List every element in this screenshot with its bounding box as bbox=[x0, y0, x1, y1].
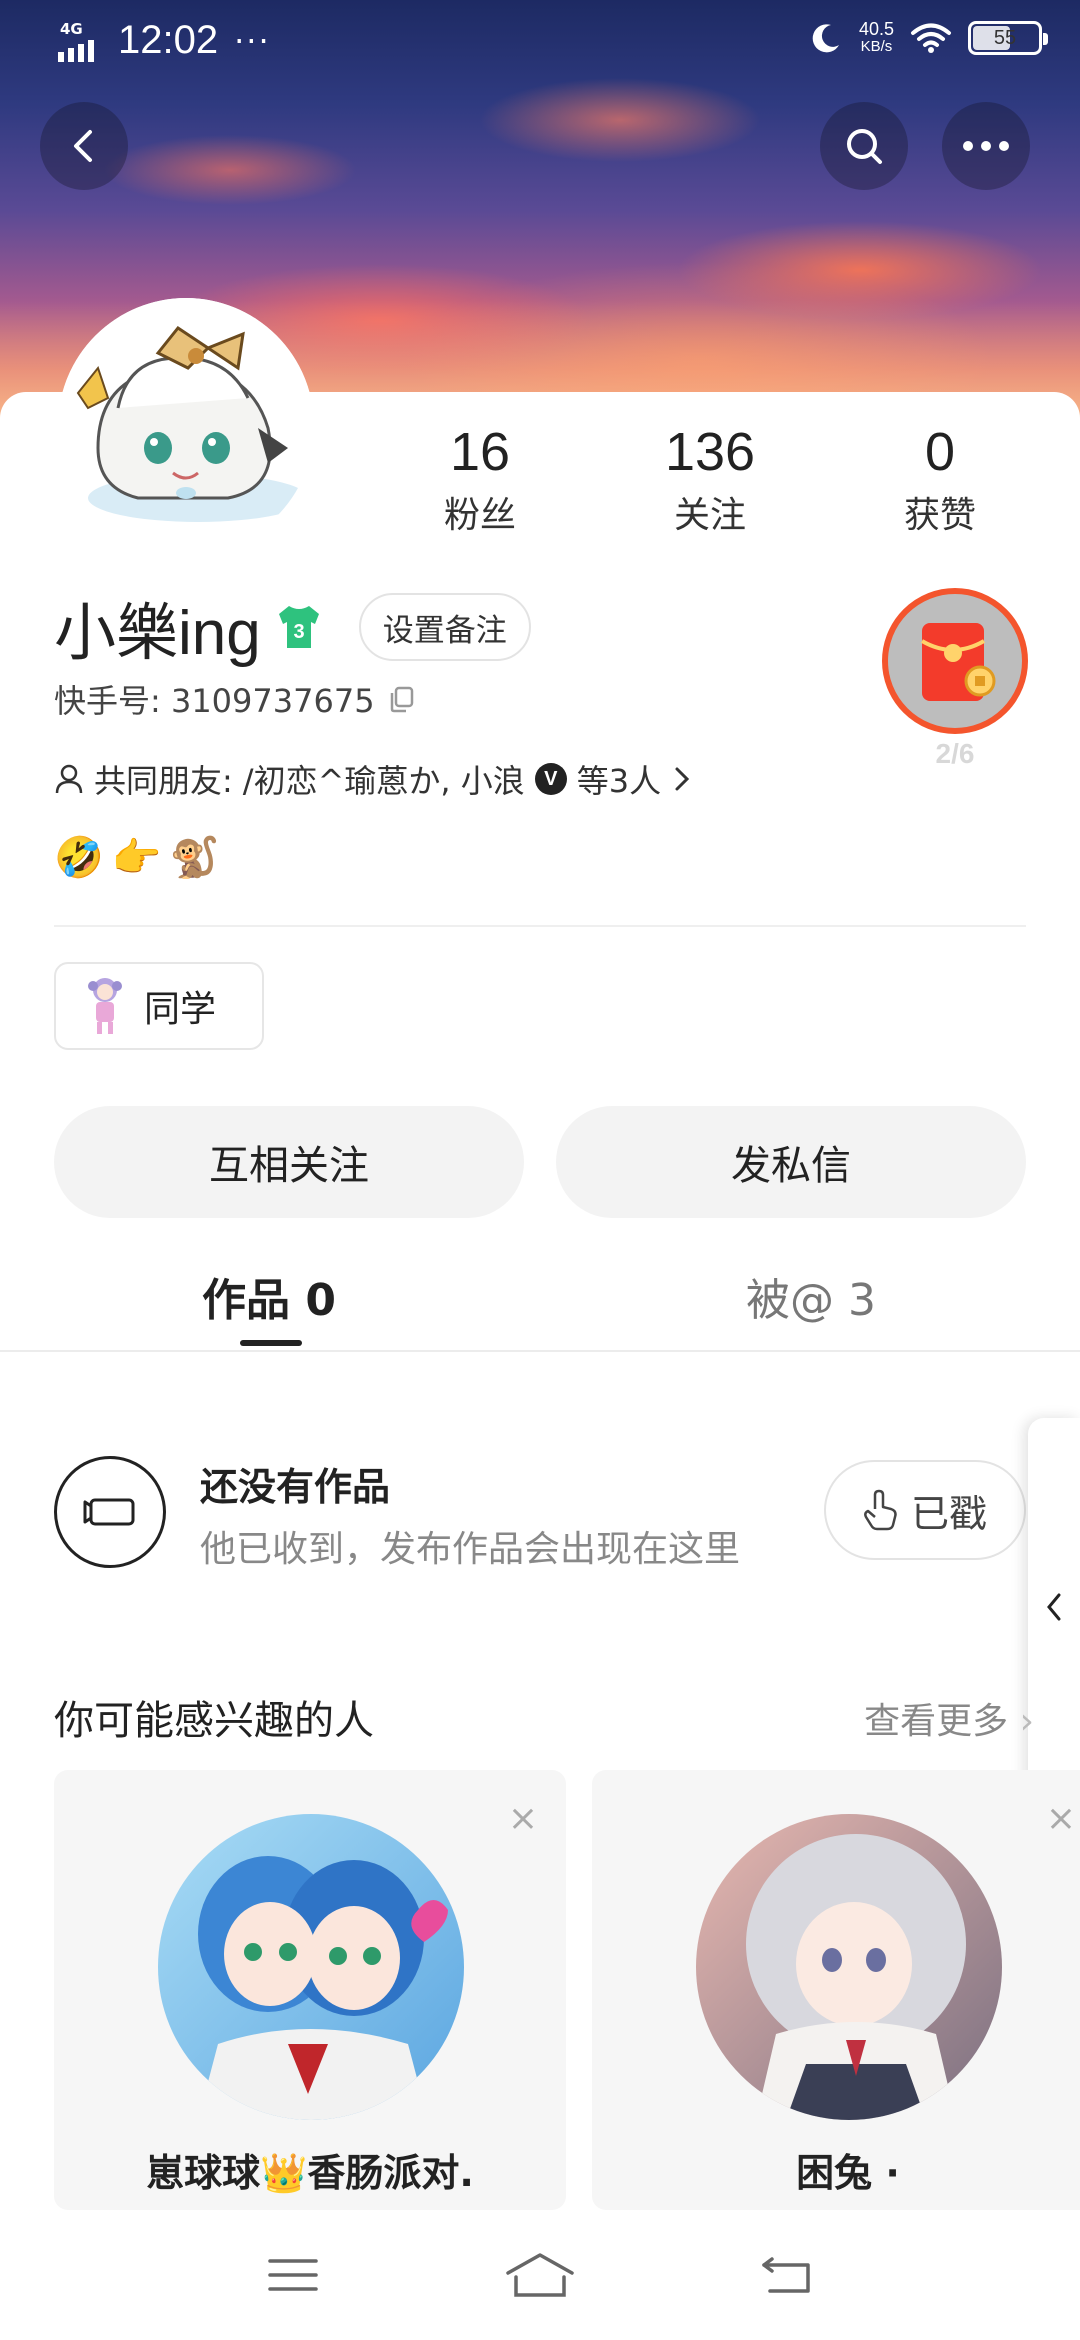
moon-icon bbox=[812, 24, 839, 53]
profile-stats: 16 粉丝 136 关注 0 获赞 bbox=[400, 420, 1020, 538]
recommendation-avatar[interactable] bbox=[158, 1814, 464, 2120]
speed-unit: KB/s bbox=[860, 38, 893, 55]
bio-emojis: 🤣 👉 🐒 bbox=[54, 834, 219, 881]
see-more-label: 查看更多 bbox=[864, 1701, 1009, 1742]
level-shirt-icon: 3 bbox=[278, 606, 319, 648]
empty-works-subtitle: 他已收到，发布作品会出现在这里 bbox=[200, 1529, 741, 1570]
action-buttons: 互相关注 发私信 bbox=[54, 1106, 1026, 1218]
recommendations-header: 你可能感兴趣的人 查看更多 › bbox=[54, 1688, 1034, 1746]
classmate-tag-label: 同学 bbox=[144, 989, 217, 1030]
recommendation-avatar-image bbox=[158, 1814, 464, 2120]
tab-mentioned[interactable]: 被@ 3 bbox=[746, 1264, 876, 1328]
back-nav-button[interactable] bbox=[747, 2245, 827, 2305]
empty-works-title: 还没有作品 bbox=[200, 1465, 391, 1509]
back-return-icon bbox=[761, 2257, 810, 2293]
status-left: 4G 12:02 ··· bbox=[58, 18, 271, 63]
level-number: 3 bbox=[293, 621, 304, 643]
status-bar: 4G 12:02 ··· 40.5 KB/s 55 bbox=[0, 0, 1080, 80]
tab-works[interactable]: 作品 0 bbox=[202, 1264, 336, 1328]
empty-works-icon-circle bbox=[54, 1456, 166, 1568]
active-tab-indicator bbox=[240, 1340, 302, 1346]
classmate-tag[interactable]: 同学 bbox=[54, 962, 264, 1050]
status-right: 40.5 KB/s 55 bbox=[809, 20, 1048, 56]
close-icon[interactable]: × bbox=[1046, 1798, 1076, 1839]
empty-works-state: 还没有作品 他已收到，发布作品会出现在这里 已戳 bbox=[54, 1456, 1026, 1576]
home-icon bbox=[506, 2253, 574, 2297]
poked-label: 已戳 bbox=[910, 1491, 987, 1536]
likes-count: 0 bbox=[924, 422, 956, 482]
mutual-friends-row[interactable]: 共同朋友: /初恋^瑜蒽か, 小浪 V 等3人 bbox=[54, 756, 693, 802]
red-packet-icon bbox=[920, 623, 996, 701]
see-more-link[interactable]: 查看更多 › bbox=[864, 1692, 1034, 1744]
stat-following[interactable]: 136 关注 bbox=[630, 420, 790, 538]
chevron-right-icon: › bbox=[1019, 1701, 1034, 1742]
classmate-figure-icon bbox=[88, 978, 122, 1034]
set-remark-button[interactable]: 设置备注 bbox=[358, 593, 531, 661]
poked-button[interactable]: 已戳 bbox=[824, 1460, 1026, 1560]
video-camera-icon bbox=[83, 1498, 135, 1526]
home-button[interactable] bbox=[500, 2245, 580, 2305]
back-button[interactable] bbox=[40, 102, 128, 190]
wifi-icon bbox=[911, 23, 951, 53]
recommendations-title: 你可能感兴趣的人 bbox=[54, 1698, 374, 1744]
recommendation-avatar[interactable] bbox=[696, 1814, 1002, 2120]
chevron-right-icon bbox=[675, 767, 690, 791]
emoji-pointing: 👉 bbox=[111, 835, 162, 881]
poke-hand-icon bbox=[864, 1489, 897, 1531]
mutual-follow-button[interactable]: 互相关注 bbox=[54, 1106, 524, 1218]
recommendation-avatar-image bbox=[696, 1814, 1002, 2120]
level-badge: 3 bbox=[275, 604, 323, 650]
uid-row: 快手号: 3109737675 bbox=[54, 676, 417, 722]
chevron-left-icon bbox=[1047, 1593, 1061, 1621]
signal-icon: 4G bbox=[58, 20, 104, 62]
section-divider bbox=[54, 925, 1026, 927]
recommendation-name: 困兔 · bbox=[796, 2151, 900, 2195]
system-nav-bar bbox=[0, 2210, 1080, 2340]
followers-label: 粉丝 bbox=[443, 495, 516, 536]
menu-icon bbox=[268, 2259, 319, 2291]
back-arrow-icon bbox=[74, 130, 92, 162]
battery-level: 55 bbox=[993, 26, 1017, 49]
mutual-friends-names: /初恋^瑜蒽か, 小浪 bbox=[242, 762, 525, 800]
status-time: 12:02 bbox=[118, 18, 219, 62]
stat-followers[interactable]: 16 粉丝 bbox=[400, 420, 560, 538]
content-tabs: 作品 0 被@ 3 bbox=[0, 1248, 1080, 1352]
send-message-button[interactable]: 发私信 bbox=[556, 1106, 1026, 1218]
status-more-dots: ··· bbox=[234, 21, 271, 60]
following-count: 136 bbox=[664, 422, 756, 482]
name-row: 小樂ing 3 设置备注 bbox=[54, 582, 531, 672]
likes-label: 获赞 bbox=[903, 495, 976, 536]
side-drawer-handle[interactable] bbox=[1028, 1418, 1080, 1796]
stat-likes[interactable]: 0 获赞 bbox=[860, 420, 1020, 538]
profile-name: 小樂ing bbox=[54, 599, 261, 668]
more-button[interactable] bbox=[942, 102, 1030, 190]
followers-count: 16 bbox=[449, 422, 511, 482]
network-type: 4G bbox=[60, 19, 83, 38]
mutual-friends-count: 等3人 bbox=[576, 762, 662, 800]
emoji-laughing: 🤣 bbox=[54, 835, 104, 881]
red-packet-button[interactable] bbox=[882, 588, 1028, 734]
copy-icon[interactable] bbox=[387, 684, 417, 714]
recommendation-card[interactable]: × 崽球球👑香肠派对. bbox=[54, 1770, 566, 2210]
speed-value: 40.5 bbox=[858, 19, 894, 39]
mutual-friends-label: 共同朋友: bbox=[94, 762, 233, 800]
red-packet-progress: 2/6 bbox=[935, 738, 975, 769]
following-label: 关注 bbox=[673, 495, 746, 536]
more-dots-icon bbox=[963, 141, 1009, 151]
person-icon bbox=[55, 764, 83, 794]
search-icon bbox=[847, 129, 882, 164]
emoji-monkey: 🐒 bbox=[169, 835, 220, 881]
menu-button[interactable] bbox=[253, 2245, 333, 2305]
profile-avatar[interactable] bbox=[58, 298, 314, 554]
avatar-illustration bbox=[58, 298, 314, 554]
recommendation-name: 崽球球👑香肠派对. bbox=[146, 2151, 474, 2195]
network-speed: 40.5 KB/s bbox=[859, 20, 894, 56]
battery-icon: 55 bbox=[968, 21, 1048, 55]
recommendation-card[interactable]: × 困兔 · bbox=[592, 1770, 1080, 2210]
user-id: 快手号: 3109737675 bbox=[54, 682, 375, 720]
close-icon[interactable]: × bbox=[508, 1798, 538, 1839]
search-button[interactable] bbox=[820, 102, 908, 190]
verified-badge-icon: V bbox=[534, 763, 567, 795]
